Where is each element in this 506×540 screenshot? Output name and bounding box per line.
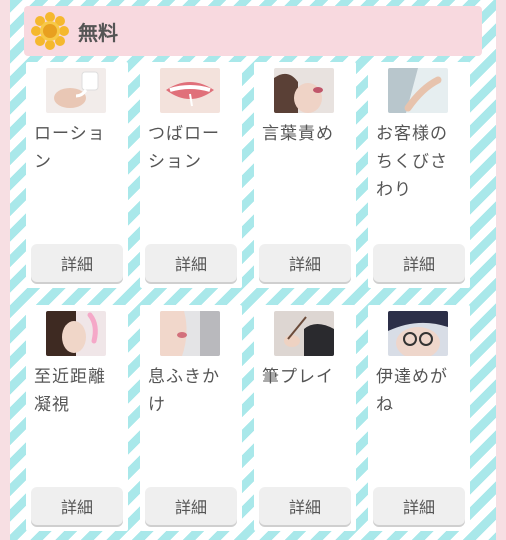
detail-button[interactable]: 詳細	[31, 487, 123, 525]
detail-button[interactable]: 詳細	[145, 244, 237, 282]
option-label: 至近距離凝視	[34, 367, 106, 415]
hand-touch-photo	[388, 68, 448, 113]
option-card: ローション 詳細	[26, 62, 128, 288]
section-header: 無料	[24, 6, 482, 56]
whisper-photo	[274, 68, 334, 113]
lotion-photo	[46, 68, 106, 113]
detail-button[interactable]: 詳細	[373, 487, 465, 525]
option-card: 至近距離凝視 詳細	[26, 305, 128, 531]
lips-photo	[160, 68, 220, 113]
option-label: 筆プレイ	[262, 367, 334, 387]
option-card: 筆プレイ 詳細	[254, 305, 356, 531]
option-card: 息ふきかけ 詳細	[140, 305, 242, 531]
option-card: 言葉責め 詳細	[254, 62, 356, 288]
option-label: 言葉責め	[262, 124, 334, 144]
breath-photo	[160, 311, 220, 356]
option-label: ローション	[34, 124, 106, 172]
detail-button[interactable]: 詳細	[259, 244, 351, 282]
option-label: 伊達めがね	[376, 367, 448, 415]
detail-button[interactable]: 詳細	[259, 487, 351, 525]
option-label: お客様のちくびさわり	[376, 124, 448, 200]
detail-button[interactable]: 詳細	[31, 244, 123, 282]
closeup-gaze-photo	[46, 311, 106, 356]
option-label: 息ふきかけ	[148, 367, 220, 415]
glasses-photo	[388, 311, 448, 356]
option-card: つばローション 詳細	[140, 62, 242, 288]
option-card: 伊達めがね 詳細	[368, 305, 470, 531]
detail-button[interactable]: 詳細	[373, 244, 465, 282]
option-grid: ローション 詳細 つばローション 詳細 言葉責め 詳細 お客様のちくびさわり 詳…	[26, 62, 476, 531]
detail-button[interactable]: 詳細	[145, 487, 237, 525]
flower-icon	[30, 11, 70, 51]
section-title: 無料	[78, 20, 118, 45]
brush-photo	[274, 311, 334, 356]
option-card: お客様のちくびさわり 詳細	[368, 62, 470, 288]
option-label: つばローション	[148, 124, 220, 172]
